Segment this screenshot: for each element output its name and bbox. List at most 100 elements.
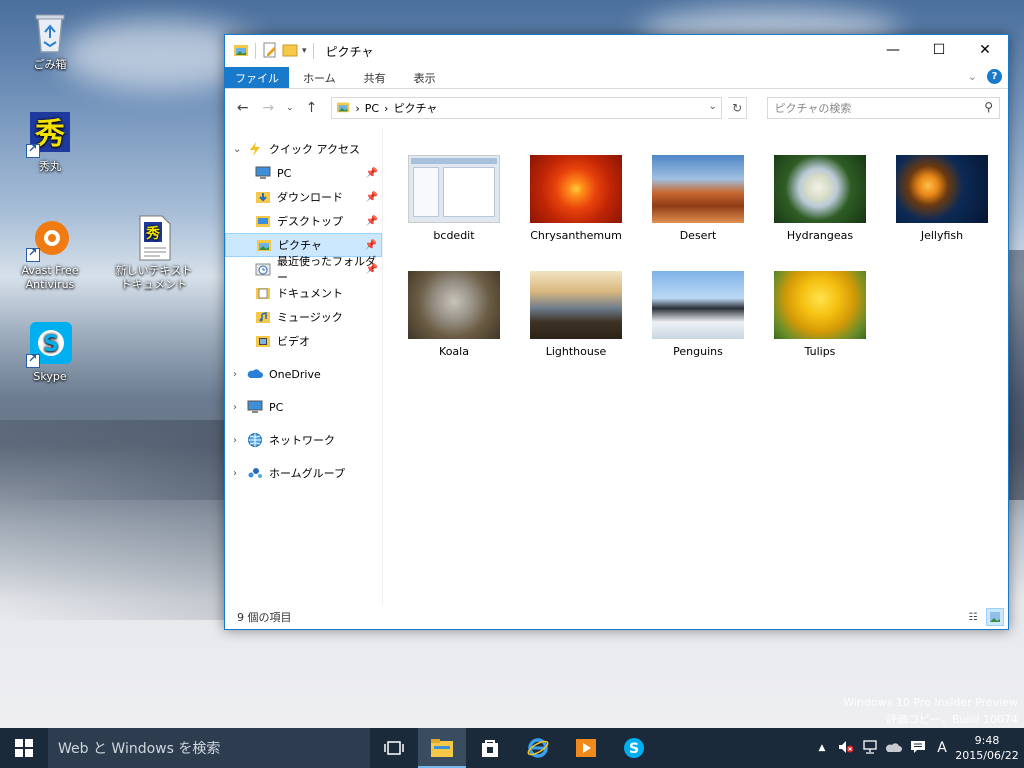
back-button[interactable]: ← [233, 100, 253, 116]
file-item-desert[interactable]: Desert [643, 155, 753, 242]
pin-icon[interactable]: 📌 [366, 264, 378, 275]
up-button[interactable]: ↑ [302, 100, 322, 116]
file-item-bcdedit[interactable]: bcdedit [399, 155, 509, 242]
forward-button[interactable]: → [259, 100, 279, 116]
search-input[interactable]: ピクチャの検索 ⚲ [767, 97, 1001, 119]
desktop-icon-avast[interactable]: Avast Free Antivirus [8, 214, 92, 292]
nav-quick-access[interactable]: ⌄ クイック アクセス [225, 137, 382, 161]
taskbar-search-placeholder: Web と Windows を検索 [58, 741, 221, 757]
maximize-button[interactable]: ☐ [916, 35, 962, 65]
nav-item-documents[interactable]: ドキュメント [225, 281, 382, 305]
file-item-jellyfish[interactable]: Jellyfish [887, 155, 997, 242]
minimize-button[interactable]: — [870, 35, 916, 65]
onedrive-icon[interactable] [882, 741, 906, 756]
nav-label: デスクトップ [277, 215, 343, 228]
details-view-button[interactable]: ☷ [964, 608, 982, 626]
collapse-chevron-icon[interactable]: ⌄ [233, 144, 247, 155]
customize-toolbar-chevron-icon[interactable]: ▾ [302, 46, 307, 56]
task-view-button[interactable] [370, 728, 418, 768]
action-center-icon[interactable] [906, 740, 930, 757]
file-thumbnail [774, 271, 866, 339]
refresh-button[interactable]: ↻ [727, 97, 748, 119]
homegroup-icon [247, 465, 263, 481]
pictures-folder-icon [336, 100, 350, 117]
nav-root-network[interactable]: › ネットワーク [225, 428, 382, 452]
pin-icon[interactable]: 📌 [366, 168, 378, 179]
properties-icon[interactable] [262, 42, 278, 61]
file-item-lighthouse[interactable]: Lighthouse [521, 271, 631, 358]
nav-root-homegroup[interactable]: › ホームグループ [225, 461, 382, 485]
nav-label: ミュージック [277, 311, 343, 324]
taskbar-file-explorer[interactable] [418, 728, 466, 768]
desktop-icon-recycle-bin[interactable]: ごみ箱 [8, 8, 92, 72]
clock-time: 9:48 [974, 734, 1000, 747]
desktop-icon-hidemaru[interactable]: 秀 秀丸 [8, 110, 92, 174]
evaluation-watermark: Windows 10 Pro Insider Preview 評価コピー。Bui… [843, 694, 1018, 728]
large-icons-view-button[interactable] [986, 608, 1004, 626]
desktop-icon-text-document[interactable]: 秀 新しいテキスト ドキュメント [112, 214, 196, 292]
nav-root-pc[interactable]: › PC [225, 395, 382, 419]
file-item-chrysanthemum[interactable]: Chrysanthemum [521, 155, 631, 242]
expand-chevron-icon[interactable]: › [233, 435, 247, 446]
watermark-line: Windows 10 Pro Insider Preview [843, 696, 1018, 709]
breadcrumb-separator-icon[interactable]: › [384, 102, 388, 115]
start-button[interactable] [0, 728, 48, 768]
network-icon[interactable] [858, 739, 882, 757]
tab-home[interactable]: ホーム [289, 67, 350, 88]
taskbar-store[interactable] [466, 728, 514, 768]
nav-item-videos[interactable]: ビデオ [225, 329, 382, 353]
taskbar-media-player[interactable] [562, 728, 610, 768]
taskbar-skype[interactable]: S [610, 728, 658, 768]
file-thumbnail [652, 271, 744, 339]
nav-root-onedrive[interactable]: › OneDrive [225, 362, 382, 386]
music-folder-icon [255, 309, 271, 325]
nav-item-pc[interactable]: PC 📌 [225, 161, 382, 185]
breadcrumb-item-pc[interactable]: PC [365, 102, 379, 115]
expand-chevron-icon[interactable]: › [233, 369, 247, 380]
expand-ribbon-chevron-icon[interactable]: ⌄ [968, 70, 977, 83]
breadcrumb-separator-icon[interactable]: › [355, 102, 359, 115]
documents-folder-icon [255, 285, 271, 301]
desktop-folder-icon [255, 213, 271, 229]
video-folder-icon [255, 333, 271, 349]
new-folder-icon[interactable] [282, 42, 298, 61]
nav-item-music[interactable]: ミュージック [225, 305, 382, 329]
nav-item-desktop[interactable]: デスクトップ 📌 [225, 209, 382, 233]
skype-icon: S [624, 738, 644, 758]
desktop-icon-skype[interactable]: S Skype [8, 320, 92, 384]
address-bar[interactable]: › PC › ピクチャ ⌄ [331, 97, 722, 119]
file-item-hydrangeas[interactable]: Hydrangeas [765, 155, 875, 242]
close-button[interactable]: ✕ [962, 35, 1008, 65]
address-dropdown-icon[interactable]: ⌄ [709, 101, 717, 112]
recent-locations-chevron-icon[interactable]: ⌄ [284, 103, 296, 113]
file-item-penguins[interactable]: Penguins [643, 271, 753, 358]
show-hidden-icons-chevron-icon[interactable]: ▲ [810, 743, 834, 753]
search-placeholder: ピクチャの検索 [774, 102, 852, 115]
nav-item-downloads[interactable]: ダウンロード 📌 [225, 185, 382, 209]
tab-file[interactable]: ファイル [225, 67, 289, 88]
shortcut-arrow-icon [26, 246, 40, 262]
tab-share[interactable]: 共有 [350, 67, 400, 88]
clock[interactable]: 9:48 2015/06/22 [954, 733, 1020, 763]
volume-muted-icon[interactable] [834, 740, 858, 757]
pin-icon[interactable]: 📌 [366, 216, 378, 227]
desktop-icon-label: Avast Free Antivirus [21, 264, 79, 291]
breadcrumb-item-pictures[interactable]: ピクチャ [393, 100, 437, 116]
file-item-tulips[interactable]: Tulips [765, 271, 875, 358]
expand-chevron-icon[interactable]: › [233, 402, 247, 413]
taskbar-internet-explorer[interactable] [514, 728, 562, 768]
svg-text:S: S [629, 741, 639, 757]
ime-indicator[interactable]: A [930, 740, 954, 756]
pin-icon[interactable]: 📌 [366, 192, 378, 203]
expand-chevron-icon[interactable]: › [233, 468, 247, 479]
help-icon[interactable]: ? [987, 69, 1002, 84]
avast-icon [26, 214, 74, 262]
file-thumbnail [408, 155, 500, 223]
clock-date: 2015/06/22 [955, 749, 1019, 762]
taskbar-search-box[interactable]: Web と Windows を検索 [48, 728, 370, 768]
file-item-koala[interactable]: Koala [399, 271, 509, 358]
nav-item-recent-folders[interactable]: 最近使ったフォルダー 📌 [225, 255, 382, 284]
tab-view[interactable]: 表示 [400, 67, 450, 88]
pin-icon[interactable]: 📌 [365, 240, 377, 251]
